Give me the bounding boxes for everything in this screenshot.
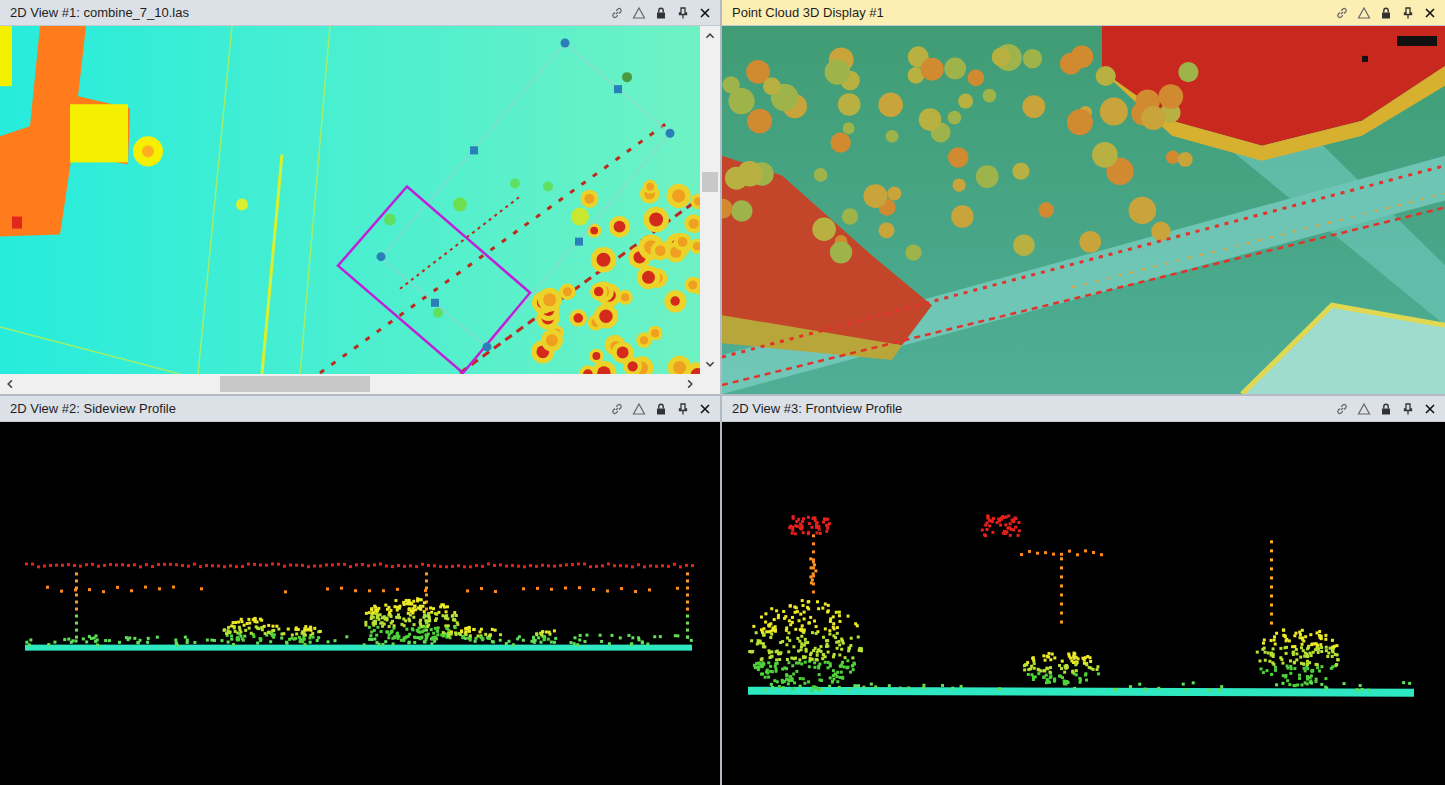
handle[interactable]: [561, 39, 570, 48]
building: [70, 104, 128, 162]
app-window: 2D View #1: combine_7_10.las Point Cloud …: [0, 0, 1445, 785]
pin-icon[interactable]: [1401, 6, 1415, 20]
lock-icon[interactable]: [1379, 402, 1393, 416]
panel-title: 2D View #3: Frontview Profile: [732, 401, 902, 416]
panel-body: [722, 422, 1445, 785]
scroll-up-icon[interactable]: [704, 30, 716, 42]
panel-body: [0, 26, 720, 394]
section-box[interactable]: [381, 43, 670, 347]
rotate-handle[interactable]: [622, 72, 632, 82]
map-view: [0, 26, 720, 394]
view-panel: 2D View #3: Frontview Profile: [722, 396, 1445, 785]
handle[interactable]: [666, 129, 675, 138]
link-icon[interactable]: [610, 6, 624, 20]
view-panel: 2D View #2: Sideview Profile: [0, 396, 720, 785]
panel-tools: [1335, 6, 1437, 20]
panel-tools: [1335, 402, 1437, 416]
triangle-icon[interactable]: [632, 402, 646, 416]
handle[interactable]: [575, 238, 583, 246]
panel-tools: [610, 402, 712, 416]
panel-title-bar[interactable]: 2D View #3: Frontview Profile: [722, 396, 1445, 422]
handle[interactable]: [431, 299, 439, 307]
lock-icon[interactable]: [1379, 6, 1393, 20]
panel-title-bar[interactable]: 2D View #2: Sideview Profile: [0, 396, 720, 422]
handle[interactable]: [470, 146, 478, 154]
handle[interactable]: [377, 252, 386, 261]
selection-rectangle[interactable]: [338, 186, 530, 373]
sideview-profile[interactable]: [0, 422, 720, 785]
trees: [722, 44, 1199, 263]
link-icon[interactable]: [1335, 402, 1349, 416]
panel-title-bar[interactable]: 2D View #1: combine_7_10.las: [0, 0, 720, 26]
close-icon[interactable]: [698, 6, 712, 20]
pin-icon[interactable]: [676, 402, 690, 416]
handle[interactable]: [614, 85, 622, 93]
scroll-thumb[interactable]: [220, 376, 370, 392]
link-icon[interactable]: [1335, 6, 1349, 20]
horizontal-scrollbar[interactable]: [0, 374, 720, 394]
panel-title-bar[interactable]: Point Cloud 3D Display #1: [722, 0, 1445, 26]
ground-line: [25, 645, 692, 651]
scroll-down-icon[interactable]: [704, 358, 716, 370]
panel-tools: [610, 6, 712, 20]
pin-icon[interactable]: [676, 6, 690, 20]
building: [0, 26, 130, 237]
view-panel: Point Cloud 3D Display #1: [722, 0, 1445, 394]
lock-icon[interactable]: [654, 6, 668, 20]
panel-body: [722, 26, 1445, 394]
close-icon[interactable]: [1423, 402, 1437, 416]
scroll-left-icon[interactable]: [4, 378, 16, 390]
tree-line: [1102, 26, 1445, 146]
vertical-scrollbar[interactable]: [700, 26, 720, 374]
point-cloud-3d-view[interactable]: [722, 26, 1445, 394]
triangle-icon[interactable]: [1357, 402, 1371, 416]
tree-cluster: [531, 180, 700, 374]
close-icon[interactable]: [1423, 6, 1437, 20]
ground-line: [748, 687, 1414, 697]
link-icon[interactable]: [610, 402, 624, 416]
triangle-icon[interactable]: [1357, 6, 1371, 20]
panel-title: 2D View #2: Sideview Profile: [10, 401, 176, 416]
triangle-icon[interactable]: [632, 6, 646, 20]
scroll-right-icon[interactable]: [684, 378, 696, 390]
plan-view-canvas[interactable]: [0, 26, 700, 374]
panel-body: [0, 422, 720, 785]
building: [1242, 305, 1445, 394]
handle[interactable]: [483, 342, 492, 351]
lock-icon[interactable]: [654, 402, 668, 416]
panel-title: Point Cloud 3D Display #1: [732, 5, 884, 20]
pin-icon[interactable]: [1401, 402, 1415, 416]
tree-line: [722, 156, 932, 345]
frontview-profile[interactable]: [722, 422, 1445, 785]
close-icon[interactable]: [698, 402, 712, 416]
panel-title: 2D View #1: combine_7_10.las: [10, 5, 189, 20]
scroll-thumb[interactable]: [702, 172, 718, 192]
view-panel: 2D View #1: combine_7_10.las: [0, 0, 720, 394]
